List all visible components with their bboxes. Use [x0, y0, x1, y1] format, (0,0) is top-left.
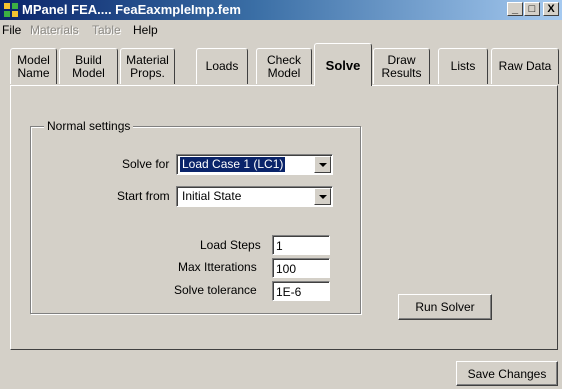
tab-model-name[interactable]: Model Name — [10, 48, 57, 84]
tab-build-model[interactable]: Build Model — [59, 48, 118, 84]
solve-tolerance-label: Solve tolerance — [174, 283, 257, 297]
max-iterations-label: Max Itterations — [178, 260, 257, 274]
solve-for-value: Load Case 1 (LC1) — [178, 156, 287, 173]
start-from-select[interactable]: Initial State — [176, 186, 333, 207]
tab-loads[interactable]: Loads — [196, 48, 248, 84]
window-title: MPanel FEA.... FeaEaxmpleImp.fem — [22, 2, 241, 17]
group-label: Normal settings — [44, 119, 134, 133]
menu-materials[interactable]: Materials — [30, 23, 79, 37]
tab-lists[interactable]: Lists — [438, 48, 488, 84]
menu-help[interactable]: Help — [133, 23, 158, 37]
load-steps-label: Load Steps — [200, 238, 261, 252]
solve-for-select[interactable]: Load Case 1 (LC1) — [176, 154, 333, 175]
chevron-down-icon[interactable] — [314, 188, 331, 205]
tab-material-props[interactable]: Material Props. — [120, 48, 175, 84]
start-from-label: Start from — [117, 189, 170, 203]
title-bar[interactable]: MPanel FEA.... FeaEaxmpleImp.fem _ □ X — [0, 0, 562, 20]
maximize-button[interactable]: □ — [524, 2, 540, 16]
tab-solve[interactable]: Solve — [314, 43, 372, 86]
tab-raw-data[interactable]: Raw Data — [491, 48, 559, 84]
menu-file[interactable]: File — [2, 23, 21, 37]
close-button[interactable]: X — [543, 2, 559, 16]
minimize-button[interactable]: _ — [507, 2, 523, 16]
start-from-value: Initial State — [182, 189, 242, 203]
menu-table[interactable]: Table — [92, 23, 121, 37]
tab-draw-results[interactable]: Draw Results — [373, 48, 430, 84]
load-steps-field[interactable]: 1 — [272, 235, 330, 255]
solve-tolerance-field[interactable]: 1E-6 — [272, 281, 330, 301]
menu-bar: File Materials Table Help — [0, 20, 562, 39]
chevron-down-icon[interactable] — [314, 156, 331, 173]
save-changes-button[interactable]: Save Changes — [456, 361, 558, 386]
solve-for-label: Solve for — [122, 157, 170, 171]
tab-check-model[interactable]: Check Model — [256, 48, 312, 84]
max-iterations-field[interactable]: 100 — [272, 258, 330, 278]
app-icon — [3, 2, 19, 18]
run-solver-button[interactable]: Run Solver — [398, 294, 492, 320]
